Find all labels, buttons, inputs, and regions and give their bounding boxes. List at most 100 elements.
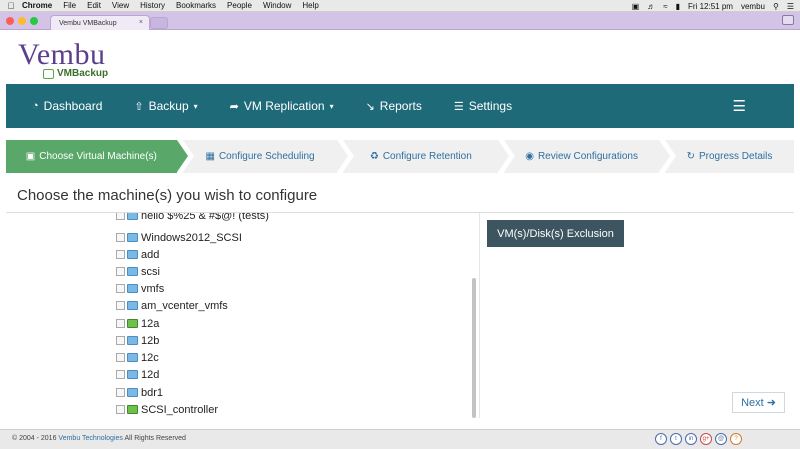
caret-down-icon: ▾ <box>193 101 198 111</box>
company-link[interactable]: Vembu Technologies <box>58 435 122 442</box>
volume-icon[interactable]: ♬ <box>647 2 655 11</box>
menu-view[interactable]: View <box>112 1 129 10</box>
vm-icon <box>127 267 138 276</box>
copyright-prefix: © 2004 - 2016 <box>12 435 57 442</box>
tree-item[interactable]: Windows2012_SCSI <box>116 229 242 246</box>
nav-settings[interactable]: ☰ Settings <box>454 99 512 113</box>
apple-icon[interactable]:  <box>0 1 22 11</box>
tab-title: Vembu VMBackup <box>59 20 117 27</box>
wifi-icon[interactable]: ≈ <box>663 2 667 11</box>
checkbox[interactable] <box>116 250 125 259</box>
checkbox[interactable] <box>116 405 125 414</box>
step-progress-details[interactable]: ↻ Progress Details <box>665 140 794 173</box>
vm-icon <box>127 250 138 259</box>
tree-item-label: scsi <box>141 265 160 278</box>
clock[interactable]: Fri 12:51 pm <box>688 2 733 11</box>
checkbox[interactable] <box>116 213 125 220</box>
sliders-icon: ☰ <box>453 100 464 113</box>
search-icon[interactable]: ⚲ <box>773 2 779 11</box>
tree-item[interactable]: am_vcenter_vmfs <box>116 297 228 314</box>
checkbox[interactable] <box>116 336 125 345</box>
step-label: Progress Details <box>699 151 773 162</box>
nav-backup[interactable]: ⇧ Backup ▾ <box>134 99 197 113</box>
hamburger-menu-icon[interactable]: ☰ <box>733 97 746 115</box>
tree-item[interactable]: 12d <box>116 366 159 383</box>
vm-disk-exclusion-button[interactable]: VM(s)/Disk(s) Exclusion <box>487 220 624 247</box>
nav-vm-replication[interactable]: ➦ VM Replication ▾ <box>230 99 334 113</box>
tree-item[interactable]: vmfs <box>116 280 164 297</box>
tree-item-label: Windows2012_SCSI <box>141 231 242 244</box>
step-review-configurations[interactable]: ◉ Review Configurations <box>504 140 670 173</box>
checkbox[interactable] <box>116 284 125 293</box>
close-window-icon[interactable] <box>6 17 14 25</box>
vm-icon <box>127 388 138 397</box>
step-label: Review Configurations <box>537 151 638 162</box>
google-plus-icon[interactable]: g+ <box>700 433 712 445</box>
tree-item[interactable]: SCSI_controller <box>116 401 218 418</box>
tree-item[interactable]: scsi <box>116 263 160 280</box>
menu-window[interactable]: Window <box>263 1 291 10</box>
checkbox[interactable] <box>116 233 125 242</box>
profile-icon[interactable] <box>782 15 794 25</box>
battery-icon[interactable]: ▮ <box>676 2 680 11</box>
menu-app[interactable]: Chrome <box>22 1 52 10</box>
linkedin-icon[interactable]: in <box>685 433 697 445</box>
menu-help[interactable]: Help <box>302 1 318 10</box>
main-nav: ◔ Dashboard ⇧ Backup ▾ ➦ VM Replication … <box>6 84 794 128</box>
step-configure-scheduling[interactable]: ▦ Configure Scheduling <box>182 140 349 173</box>
list-icon[interactable]: ☰ <box>787 2 794 11</box>
step-configure-retention[interactable]: ♻ Configure Retention <box>343 140 510 173</box>
line-chart-icon: ↘ <box>365 100 375 113</box>
twitter-icon[interactable]: t <box>670 433 682 445</box>
copyright-suffix: All Rights Reserved <box>124 435 186 442</box>
checkbox[interactable] <box>116 319 125 328</box>
facebook-icon[interactable]: f <box>655 433 667 445</box>
vembu-logo[interactable]: Vembu VMBackup <box>18 38 108 79</box>
menu-bookmarks[interactable]: Bookmarks <box>176 1 216 10</box>
wizard-steps: ▣ Choose Virtual Machine(s) ▦ Configure … <box>6 140 794 173</box>
minimize-window-icon[interactable] <box>18 17 26 25</box>
vm-tree: hello $%25 & #$@! (tests) Windows2012_SC… <box>100 213 480 423</box>
tree-item[interactable]: 12b <box>116 332 159 349</box>
checkbox[interactable] <box>116 353 125 362</box>
vm-icon <box>127 233 138 242</box>
menu-file[interactable]: File <box>63 1 76 10</box>
tree-item[interactable]: hello $%25 & #$@! (tests) <box>116 213 269 224</box>
maximize-window-icon[interactable] <box>30 17 38 25</box>
help-icon[interactable]: ? <box>730 433 742 445</box>
nav-settings-label: Settings <box>468 99 513 113</box>
os-menubar:  Chrome File Edit View History Bookmark… <box>0 0 800 12</box>
new-tab-button[interactable] <box>150 17 168 29</box>
browser-tab[interactable]: Vembu VMBackup × <box>50 15 150 30</box>
email-icon[interactable]: @ <box>715 433 727 445</box>
checkbox[interactable] <box>116 267 125 276</box>
nav-dashboard[interactable]: ◔ Dashboard <box>32 99 102 113</box>
tree-item[interactable]: bdr1 <box>116 384 163 401</box>
tree-item-label: 12d <box>141 368 160 381</box>
step-label: Configure Retention <box>382 151 472 162</box>
menu-edit[interactable]: Edit <box>87 1 101 10</box>
camera-icon[interactable]: ▣ <box>632 2 640 11</box>
checkbox[interactable] <box>116 301 125 310</box>
checkbox[interactable] <box>116 370 125 379</box>
nav-reports[interactable]: ↘ Reports <box>366 99 422 113</box>
tab-close-icon[interactable]: × <box>139 19 143 26</box>
tree-item[interactable]: 12c <box>116 349 159 366</box>
status-area: ▣ ♬ ≈ ▮ Fri 12:51 pm vembu ⚲ ☰ <box>632 0 794 12</box>
menu-history[interactable]: History <box>140 1 165 10</box>
checkbox[interactable] <box>116 388 125 397</box>
step-choose-vm[interactable]: ▣ Choose Virtual Machine(s) <box>6 140 188 173</box>
vm-icon <box>127 353 138 362</box>
tree-item[interactable]: 12a <box>116 315 159 332</box>
menu-people[interactable]: People <box>227 1 252 10</box>
product-name: VMBackup <box>57 68 109 79</box>
share-icon: ➦ <box>229 100 239 113</box>
vmbackup-icon <box>43 68 54 79</box>
vm-icon <box>127 284 138 293</box>
nav-dashboard-label: Dashboard <box>43 99 103 113</box>
user-name[interactable]: vembu <box>741 2 765 11</box>
tree-scrollbar[interactable] <box>472 278 476 418</box>
next-button[interactable]: Next ➜ <box>732 392 785 413</box>
tree-item[interactable]: add <box>116 246 159 263</box>
next-label: Next <box>741 396 764 409</box>
